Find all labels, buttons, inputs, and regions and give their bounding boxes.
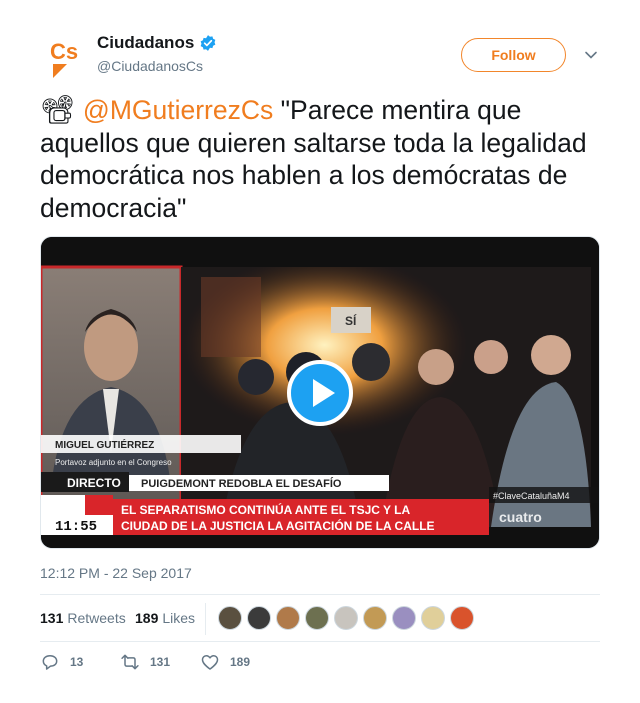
liker-avatar[interactable] <box>363 606 387 630</box>
liker-avatar[interactable] <box>276 606 300 630</box>
heart-icon <box>201 655 219 670</box>
reply-count: 13 <box>70 655 84 669</box>
like-stat[interactable]: 189 Likes <box>135 610 195 626</box>
account-handle[interactable]: @CiudadanosCs <box>97 58 217 74</box>
tweet-stats: 131 Retweets 189 Likes <box>40 594 600 642</box>
chevron-down-icon[interactable] <box>584 48 598 62</box>
retweet-count: 131 <box>40 610 64 626</box>
retweet-icon <box>121 654 139 670</box>
follow-button[interactable]: Follow <box>461 38 566 72</box>
like-action-count: 189 <box>230 655 251 669</box>
video-headline: PUIGDEMONT REDOBLA EL DESAFÍO <box>141 477 342 490</box>
ticker-line-1: EL SEPARATISMO CONTINÚA ANTE EL TSJC Y L… <box>121 502 410 517</box>
liker-avatars <box>218 606 479 630</box>
retweet-stat[interactable]: 131 Retweets <box>40 610 126 626</box>
verified-badge-icon <box>200 35 216 51</box>
play-icon[interactable] <box>287 360 353 426</box>
retweet-button[interactable]: 131 <box>120 652 170 672</box>
retweet-label: Retweets <box>67 610 126 626</box>
retweet-action-count: 131 <box>150 655 171 669</box>
like-button[interactable]: 189 <box>200 652 250 672</box>
liker-avatar[interactable] <box>392 606 416 630</box>
liker-avatar[interactable] <box>450 606 474 630</box>
liker-avatar[interactable] <box>421 606 445 630</box>
avatar[interactable]: Cs <box>40 34 88 82</box>
avatar-logo-text: Cs <box>50 39 78 64</box>
protest-sign-text: SÍ <box>345 313 357 328</box>
like-count: 189 <box>135 610 159 626</box>
reply-button[interactable]: 13 <box>40 652 83 672</box>
mention-link[interactable]: @MGutierrezCs <box>83 95 273 125</box>
reply-icon <box>42 655 58 670</box>
tweet-text: 📽 @MGutierrezCs "Parece mentira que aque… <box>40 94 600 224</box>
video-clock: 11:55 <box>55 519 97 535</box>
liker-avatar[interactable] <box>247 606 271 630</box>
speaker-role: Portavoz adjunto en el Congreso <box>55 458 172 467</box>
tweet-timestamp[interactable]: 12:12 PM - 22 Sep 2017 <box>40 565 192 581</box>
liker-avatar[interactable] <box>334 606 358 630</box>
liker-avatar[interactable] <box>305 606 329 630</box>
tweet-header: Cs Ciudadanos @CiudadanosCs Follow <box>40 30 600 82</box>
live-label: DIRECTO <box>67 476 121 490</box>
liker-avatar[interactable] <box>218 606 242 630</box>
stats-divider <box>205 603 206 635</box>
like-label: Likes <box>162 610 196 626</box>
display-name[interactable]: Ciudadanos <box>97 33 194 53</box>
movie-camera-icon: 📽 <box>40 94 76 125</box>
channel-logo: cuatro <box>499 509 542 525</box>
video-hashtag: #ClaveCataluñaM4 <box>493 491 570 501</box>
speaker-name: MIGUEL GUTIÉRREZ <box>55 438 154 451</box>
video-player[interactable]: SÍ MIGUEL GUTIÉRREZ Portavoz adjunto en … <box>40 236 600 549</box>
ticker-line-2: CIUDAD DE LA JUSTICIA LA AGITACIÓN DE LA… <box>121 518 435 533</box>
